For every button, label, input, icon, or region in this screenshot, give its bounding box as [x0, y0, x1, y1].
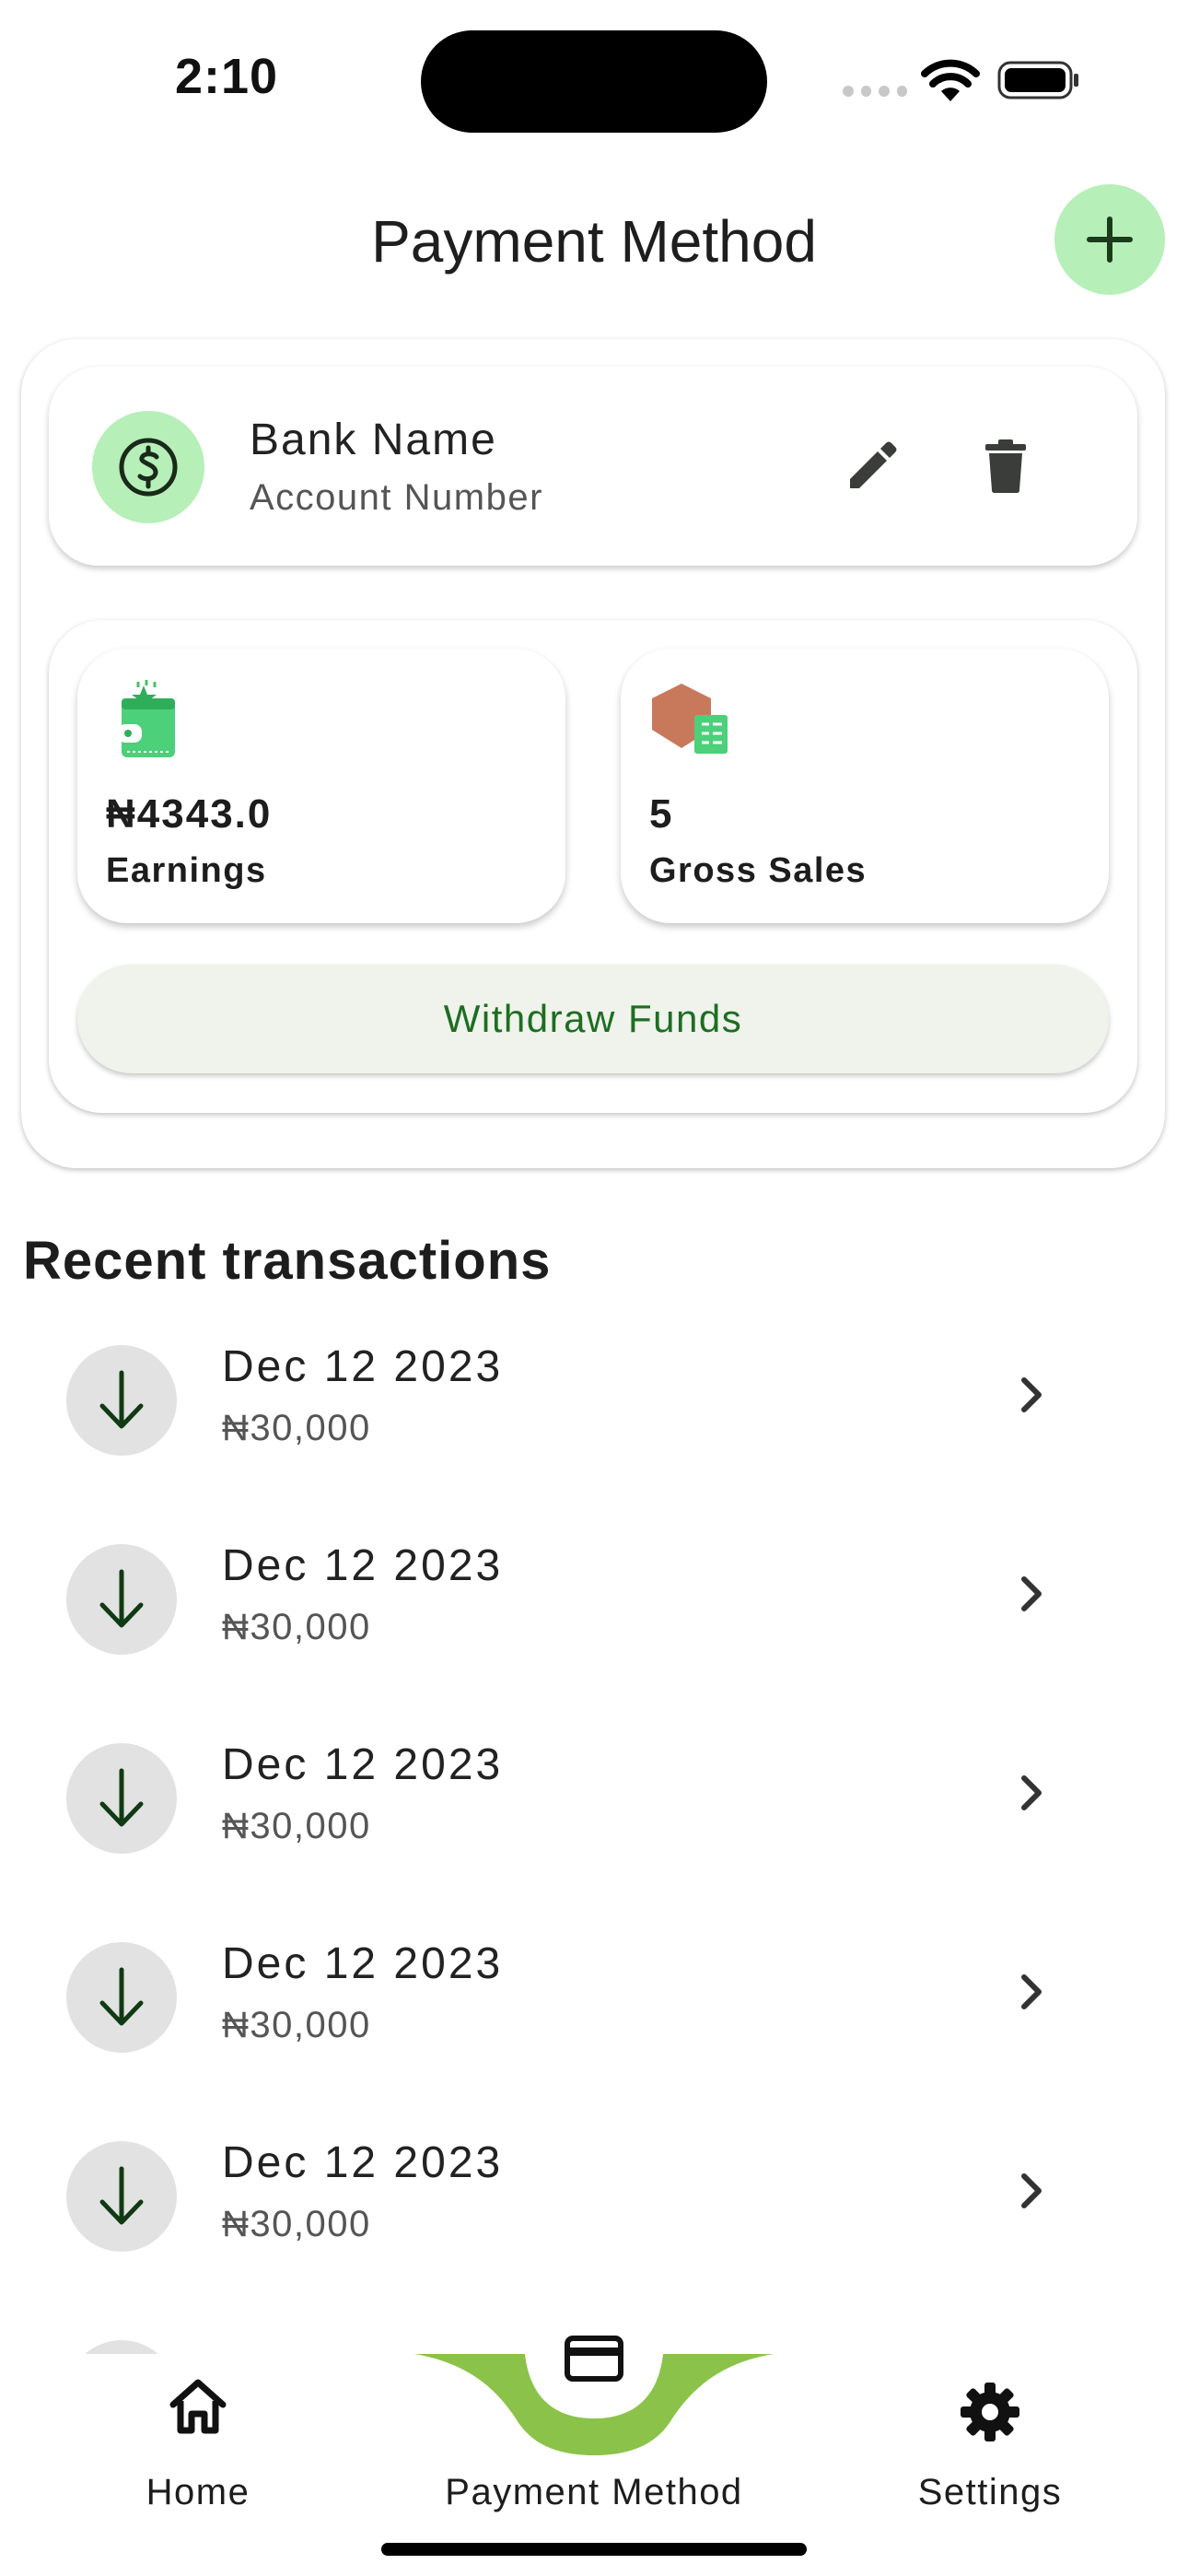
dynamic-island: [421, 30, 767, 133]
arrow-down-icon: [99, 2166, 144, 2225]
transaction-avatar: [66, 1544, 177, 1655]
transaction-avatar: [66, 1345, 177, 1456]
transaction-row[interactable]: Dec 12 2023 ₦30,000: [0, 1924, 1188, 2071]
nav-label-settings: Settings: [917, 2472, 1063, 2512]
nav-label-home: Home: [146, 2472, 250, 2512]
earnings-value: ₦4343.0: [106, 791, 273, 837]
bank-name: Bank Name: [250, 416, 497, 464]
transaction-row[interactable]: Dec 12 2023 ₦30,000: [0, 2123, 1188, 2270]
transaction-date: Dec 12 2023: [222, 1740, 504, 1789]
gross-sales-card: 5 Gross Sales: [621, 649, 1109, 923]
arrow-down-icon: [99, 1569, 144, 1628]
chevron-right-icon: [1021, 1576, 1042, 1611]
bank-account-card: [49, 367, 1137, 566]
page-title: Payment Method: [371, 208, 817, 275]
account-number: Account Number: [250, 477, 543, 518]
bank-avatar: [92, 411, 204, 523]
transaction-date: Dec 12 2023: [222, 1541, 504, 1590]
chevron-right-icon: [1021, 1974, 1042, 2009]
transaction-date: Dec 12 2023: [222, 1939, 504, 1988]
gear-icon: [961, 2383, 1019, 2441]
arrow-down-icon: [99, 1768, 144, 1827]
credit-card-icon: [565, 2336, 623, 2382]
box-icon: [652, 684, 728, 754]
dollar-icon: [119, 438, 178, 497]
nav-label-payment-method: Payment Method: [445, 2472, 743, 2512]
cellular-signal-icon: [843, 86, 907, 97]
chevron-right-icon: [1021, 1775, 1042, 1810]
transaction-amount: ₦30,000: [222, 2005, 371, 2045]
status-time: 2:10: [175, 49, 279, 104]
arrow-down-icon: [99, 1967, 144, 2026]
battery-icon: [997, 61, 1078, 100]
home-icon: [169, 2379, 227, 2434]
arrow-down-icon: [99, 1370, 144, 1429]
earnings-card: ₦4343.0 Earnings: [77, 649, 565, 923]
earnings-label: Earnings: [106, 851, 267, 890]
delete-icon[interactable]: [978, 437, 1033, 496]
transaction-avatar: [66, 2141, 177, 2252]
transaction-avatar: [66, 1942, 177, 2053]
add-payment-method-button[interactable]: [1054, 184, 1165, 295]
chevron-right-icon: [1021, 1377, 1042, 1412]
edit-icon[interactable]: [843, 437, 902, 496]
transaction-amount: ₦30,000: [222, 1408, 371, 1448]
home-indicator[interactable]: [381, 2543, 807, 2556]
recent-transactions-title: Recent transactions: [23, 1231, 552, 1291]
transaction-row[interactable]: Dec 12 2023 ₦30,000: [0, 1327, 1188, 1474]
transaction-date: Dec 12 2023: [222, 1342, 504, 1391]
transaction-date: Dec 12 2023: [222, 2138, 504, 2187]
plus-icon: [1087, 217, 1133, 263]
transaction-row[interactable]: Dec 12 2023 ₦30,000: [0, 1526, 1188, 1673]
chevron-right-icon: [1021, 2173, 1042, 2208]
gross-sales-label: Gross Sales: [649, 851, 868, 890]
transaction-row[interactable]: Dec 12 2023 ₦30,000: [0, 1725, 1188, 1872]
gross-sales-value: 5: [649, 791, 674, 837]
wifi-icon: [921, 59, 980, 101]
transaction-avatar: [66, 1743, 177, 1854]
transaction-amount: ₦30,000: [222, 2204, 371, 2244]
withdraw-funds-button[interactable]: Withdraw Funds: [77, 965, 1109, 1073]
transaction-amount: ₦30,000: [222, 1806, 371, 1846]
transaction-amount: ₦30,000: [222, 1607, 371, 1647]
wallet-icon: [118, 680, 175, 757]
